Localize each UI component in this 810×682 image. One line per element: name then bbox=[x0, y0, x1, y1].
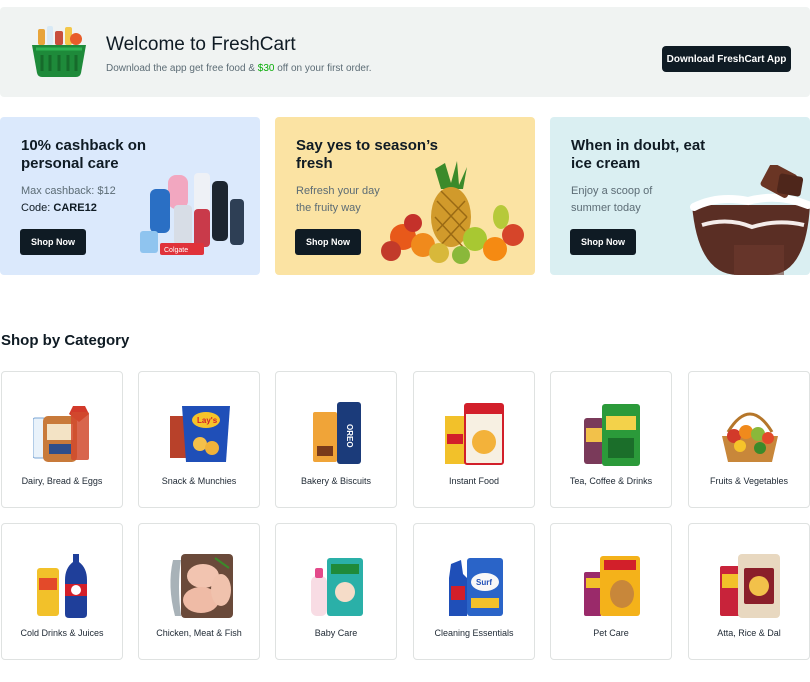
shop-now-button[interactable]: Shop Now bbox=[570, 229, 636, 255]
tea-coffee-icon bbox=[584, 404, 640, 466]
welcome-title: Welcome to FreshCart bbox=[106, 34, 296, 55]
svg-text:Surf: Surf bbox=[476, 578, 492, 587]
promo-code-label: Code: bbox=[21, 202, 54, 214]
welcome-discount-amount: $30 bbox=[257, 63, 275, 74]
shop-by-category-heading: Shop by Category bbox=[1, 332, 130, 349]
promo-line: Max cashback: $12 bbox=[21, 185, 116, 197]
category-card-atta-rice-dal[interactable]: Atta, Rice & Dal bbox=[688, 523, 810, 660]
shop-now-button[interactable]: Shop Now bbox=[295, 229, 361, 255]
ice-cream-image bbox=[690, 165, 810, 275]
fruits-image bbox=[381, 161, 524, 264]
promo-line: the fruity way bbox=[296, 202, 361, 214]
promo-card-ice-cream: When in doubt, eat ice cream Enjoy a sco… bbox=[550, 117, 810, 275]
grocery-basket-icon bbox=[32, 26, 86, 77]
category-card-dairy-bread-eggs[interactable]: Dairy, Bread & Eggs bbox=[1, 371, 123, 508]
category-label: Cold Drinks & Juices bbox=[20, 628, 104, 638]
category-label: Fruits & Vegetables bbox=[709, 476, 789, 486]
svg-text:Colgate: Colgate bbox=[164, 247, 188, 254]
promo-line: Enjoy a scoop of bbox=[571, 185, 653, 197]
category-card-cleaning-essentials[interactable]: Surf Cleaning Essentials bbox=[413, 523, 535, 660]
svg-text:Lay's: Lay's bbox=[197, 416, 218, 425]
pet-food-icon bbox=[584, 556, 640, 616]
category-label: Dairy, Bread & Eggs bbox=[21, 476, 103, 486]
cleaning-icon: Surf bbox=[449, 558, 503, 616]
biscuits-icon: OREO bbox=[313, 402, 361, 464]
category-card-tea-coffee-drinks[interactable]: Tea, Coffee & Drinks bbox=[550, 371, 672, 508]
category-label: Chicken, Meat & Fish bbox=[156, 628, 242, 638]
promo-line: summer today bbox=[571, 202, 641, 214]
category-card-cold-drinks-juices[interactable]: Cold Drinks & Juices bbox=[1, 523, 123, 660]
promo-card-fresh-fruits: Say yes to season’s fresh Refresh your d… bbox=[275, 117, 535, 275]
promo-line: Refresh your day bbox=[296, 185, 380, 197]
cold-drinks-icon bbox=[37, 554, 87, 618]
category-card-snack-munchies[interactable]: Lay's Snack & Munchies bbox=[138, 371, 260, 508]
promo-title: 10% cashback on personal care bbox=[21, 137, 147, 172]
promo-code-value: CARE12 bbox=[53, 202, 97, 214]
category-card-fruits-vegetables[interactable]: Fruits & Vegetables bbox=[688, 371, 810, 508]
category-label: Pet Care bbox=[593, 628, 629, 638]
category-label: Bakery & Biscuits bbox=[300, 476, 372, 486]
category-card-instant-food[interactable]: Instant Food bbox=[413, 371, 535, 508]
category-label: Instant Food bbox=[448, 476, 500, 486]
snack-chips-icon: Lay's bbox=[170, 406, 230, 462]
category-label: Cleaning Essentials bbox=[434, 628, 514, 638]
category-card-baby-care[interactable]: Baby Care bbox=[275, 523, 397, 660]
category-card-pet-care[interactable]: Pet Care bbox=[550, 523, 672, 660]
welcome-subtitle-prefix: Download the app get free food & bbox=[106, 63, 258, 74]
baby-care-icon bbox=[311, 558, 363, 616]
svg-text:OREO: OREO bbox=[345, 424, 354, 448]
welcome-subtitle-suffix: off on your first order. bbox=[274, 63, 372, 74]
category-label: Baby Care bbox=[314, 628, 358, 638]
dairy-bread-icon bbox=[33, 406, 89, 462]
meat-fish-icon bbox=[170, 554, 233, 618]
promo-code-line: Code: CARE12 bbox=[21, 202, 97, 214]
category-card-bakery-biscuits[interactable]: OREO Bakery & Biscuits bbox=[275, 371, 397, 508]
fruit-basket-icon bbox=[722, 412, 778, 462]
category-card-chicken-meat-fish[interactable]: Chicken, Meat & Fish bbox=[138, 523, 260, 660]
category-label: Atta, Rice & Dal bbox=[717, 628, 781, 638]
personal-care-products-image: Colgate bbox=[140, 173, 244, 255]
category-label: Tea, Coffee & Drinks bbox=[569, 476, 653, 486]
promo-card-personal-care: 10% cashback on personal care Max cashba… bbox=[0, 117, 260, 275]
download-app-button[interactable]: Download FreshCart App bbox=[662, 46, 791, 72]
atta-rice-icon bbox=[720, 554, 780, 618]
welcome-banner: Welcome to FreshCart Download the app ge… bbox=[0, 7, 810, 97]
welcome-subtitle: Download the app get free food & $30 off… bbox=[106, 63, 372, 74]
instant-food-icon bbox=[445, 403, 504, 465]
shop-now-button[interactable]: Shop Now bbox=[20, 229, 86, 255]
category-label: Snack & Munchies bbox=[161, 476, 237, 486]
